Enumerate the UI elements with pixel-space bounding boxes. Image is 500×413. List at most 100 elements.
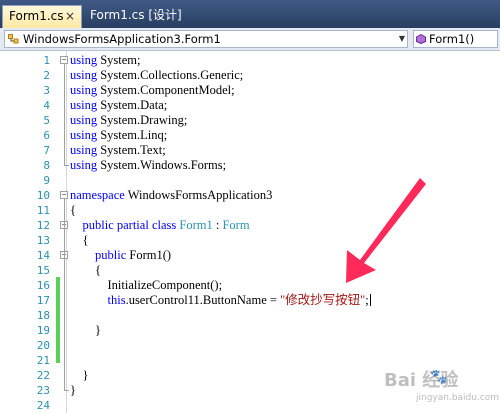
- code-line[interactable]: 19 }: [0, 323, 500, 338]
- code-text: InitializeComponent();: [70, 278, 223, 293]
- code-line[interactable]: 13 {: [0, 233, 500, 248]
- code-text: public partial class Form1 : Form: [70, 218, 250, 233]
- outline-guide: [64, 64, 65, 165]
- code-line[interactable]: 7 using System.Text;: [0, 143, 500, 158]
- tab-form1-designer[interactable]: Form1.cs [设计]: [84, 5, 202, 28]
- code-line[interactable]: 3 using System.ComponentModel;: [0, 83, 500, 98]
- code-line[interactable]: 20: [0, 338, 500, 353]
- code-token: {: [70, 203, 76, 217]
- collapse-toggle-icon[interactable]: −: [60, 191, 68, 199]
- collapse-toggle-icon[interactable]: −: [60, 56, 68, 64]
- code-token: Form1: [179, 218, 213, 232]
- code-line[interactable]: 17 this.userControl11.ButtonName = "修改抄写…: [0, 293, 500, 308]
- code-text: using System.Text;: [70, 143, 166, 158]
- code-line[interactable]: 6 using System.Linq;: [0, 128, 500, 143]
- line-number: 8: [43, 159, 50, 172]
- code-text: }: [70, 383, 76, 398]
- line-number: 11: [36, 204, 50, 217]
- line-number: 10: [36, 189, 50, 202]
- line-number: 7: [43, 144, 50, 157]
- code-text: {: [70, 263, 101, 278]
- line-number: 3: [43, 84, 50, 97]
- line-number: 5: [43, 114, 50, 127]
- code-text: using System.Linq;: [70, 128, 167, 143]
- code-line[interactable]: 5 using System.Drawing;: [0, 113, 500, 128]
- code-text: using System.Collections.Generic;: [70, 68, 243, 83]
- code-line[interactable]: 10 − namespace WindowsFormsApplication3: [0, 188, 500, 203]
- line-number: 21: [36, 354, 50, 367]
- line-number: 19: [36, 324, 50, 337]
- code-line[interactable]: 16 InitializeComponent();: [0, 278, 500, 293]
- code-text: }: [70, 368, 89, 383]
- tab-form1-code[interactable]: Form1.cs ×: [2, 5, 82, 28]
- code-token: using: [70, 113, 98, 127]
- line-number: 15: [36, 264, 50, 277]
- code-line[interactable]: 21: [0, 353, 500, 368]
- outline-guide-end: [64, 390, 69, 391]
- line-number: 20: [36, 339, 50, 352]
- line-number: 13: [36, 234, 50, 247]
- code-token: ;: [365, 293, 369, 307]
- code-text: {: [70, 203, 76, 218]
- code-token: this: [107, 293, 126, 307]
- chevron-down-icon[interactable]: ▼: [399, 31, 405, 47]
- code-token: System.Data;: [97, 98, 168, 112]
- code-token: System.Linq;: [97, 128, 168, 142]
- code-text: using System.ComponentModel;: [70, 83, 235, 98]
- code-token: .userControl11.ButtonName =: [125, 293, 281, 307]
- code-line[interactable]: 23}: [0, 383, 500, 398]
- code-line[interactable]: 12− public partial class Form1 : Form: [0, 218, 500, 233]
- code-text: using System.Drawing;: [70, 113, 187, 128]
- code-line[interactable]: 14− public Form1(): [0, 248, 500, 263]
- code-line[interactable]: 15 {: [0, 263, 500, 278]
- document-tab-bar: Form1.cs × Form1.cs [设计]: [0, 0, 500, 28]
- code-editor[interactable]: 1− using System; 2 using System.Collections…: [0, 51, 500, 413]
- code-token: Form1(): [126, 248, 172, 262]
- text-caret: [369, 294, 371, 306]
- line-number: 12: [36, 219, 50, 232]
- code-token: using: [70, 68, 98, 82]
- code-text: using System.Data;: [70, 98, 167, 113]
- class-icon: [8, 34, 19, 44]
- code-line[interactable]: 24: [0, 398, 500, 413]
- line-number: 22: [36, 369, 50, 382]
- line-number: 4: [43, 99, 50, 112]
- code-line[interactable]: 4 using System.Data;: [0, 98, 500, 113]
- code-text: }: [70, 323, 101, 338]
- code-line[interactable]: 9: [0, 173, 500, 188]
- code-line[interactable]: 18: [0, 308, 500, 323]
- code-token: Form: [222, 218, 250, 232]
- code-token: }: [70, 368, 89, 382]
- code-navigation-bar: WindowsFormsApplication3.Form1 ▼ Form1(): [0, 28, 500, 51]
- code-token: using: [70, 128, 98, 142]
- line-number: 1: [43, 54, 50, 67]
- outline-guide: [64, 199, 65, 390]
- code-token: using: [70, 158, 98, 172]
- line-number: 14: [36, 249, 50, 262]
- code-text: using System.Windows.Forms;: [70, 158, 226, 173]
- code-line[interactable]: 11 {: [0, 203, 500, 218]
- code-token: public: [82, 218, 114, 232]
- code-token: {: [70, 263, 101, 277]
- code-token: System;: [97, 53, 141, 67]
- code-line[interactable]: 22 }: [0, 368, 500, 383]
- code-line[interactable]: 1 − using System;: [0, 53, 500, 68]
- code-token: using: [70, 53, 98, 67]
- code-token: {: [70, 233, 89, 247]
- line-number: 23: [36, 384, 50, 397]
- code-token: WindowsFormsApplication3: [124, 188, 273, 202]
- tab-label: Form1.cs [设计]: [90, 8, 182, 22]
- code-line[interactable]: 8 using System.Windows.Forms;: [0, 158, 500, 173]
- code-token: class: [151, 218, 177, 232]
- code-token: using: [70, 143, 98, 157]
- class-dropdown[interactable]: WindowsFormsApplication3.Form1 ▼: [4, 30, 408, 48]
- code-text: namespace WindowsFormsApplication3: [70, 188, 272, 203]
- member-dropdown[interactable]: Form1(): [413, 30, 498, 48]
- code-line[interactable]: 2 using System.Collections.Generic;: [0, 68, 500, 83]
- close-icon[interactable]: ×: [65, 6, 75, 27]
- line-number: 18: [36, 309, 50, 322]
- method-icon: [416, 34, 426, 44]
